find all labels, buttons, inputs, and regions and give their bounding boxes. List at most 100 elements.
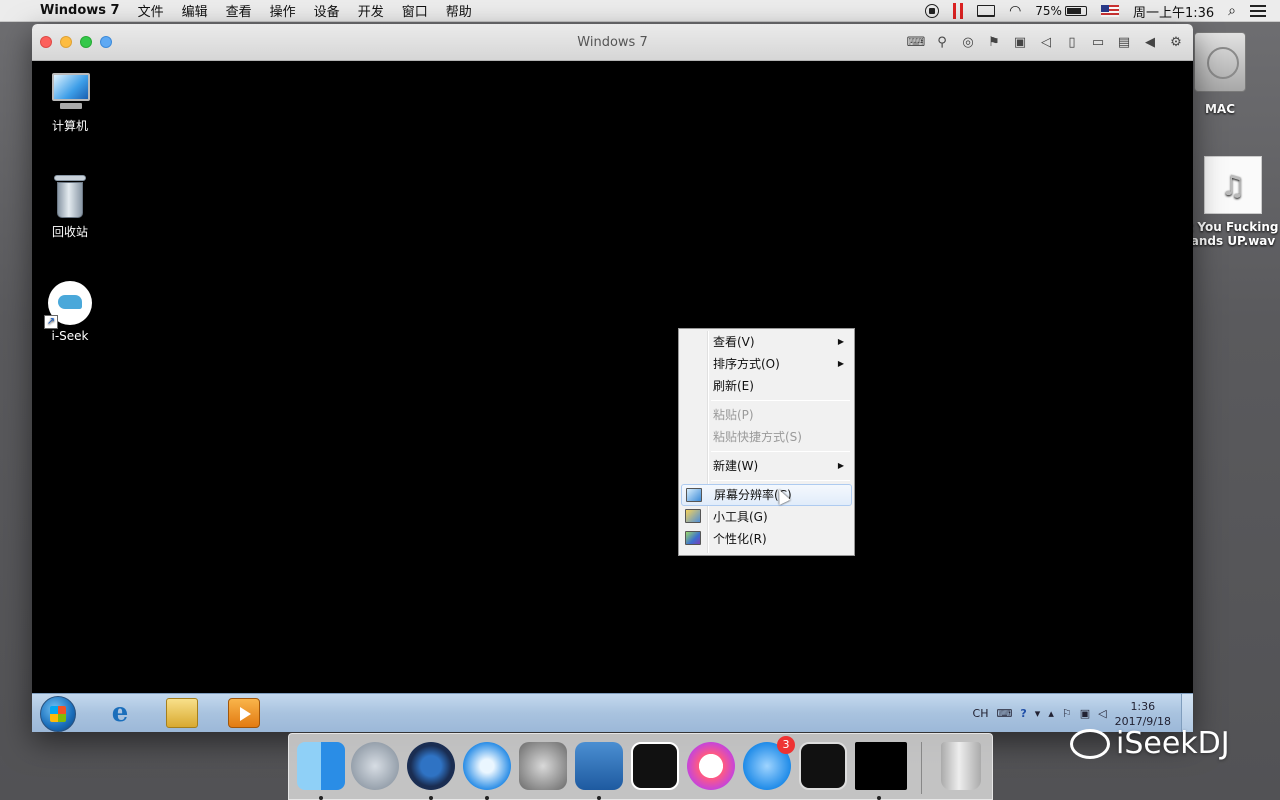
system-preferences-icon[interactable] bbox=[519, 742, 567, 790]
tray-options-icon[interactable]: ▾ bbox=[1035, 707, 1041, 720]
audio-app-icon[interactable] bbox=[631, 742, 679, 790]
start-button[interactable] bbox=[40, 696, 76, 732]
running-indicator bbox=[877, 796, 881, 800]
gear-icon[interactable]: ⚙ bbox=[1167, 33, 1185, 51]
collapse-arrow-icon[interactable]: ◀ bbox=[1141, 33, 1159, 51]
desktop-icon-recycle-bin[interactable]: 回收站 bbox=[32, 175, 108, 240]
vm-toolbar: ⌨ ⚲ ◎ ⚑ ▣ ◁ ▯ ▭ ▤ ◀ ⚙ bbox=[907, 33, 1185, 51]
tray-time: 1:36 bbox=[1130, 699, 1156, 713]
sound-icon[interactable]: ◁ bbox=[1037, 33, 1055, 51]
ctx-separator bbox=[711, 400, 850, 401]
submenu-arrow-icon: ▶ bbox=[837, 359, 844, 368]
dj-app-icon[interactable] bbox=[799, 742, 847, 790]
desktop-icon-label: 计算机 bbox=[51, 119, 88, 133]
battery-status[interactable]: 75% bbox=[1035, 4, 1087, 18]
keyboard-icon[interactable]: ⌨ bbox=[907, 33, 926, 51]
gadgets-icon bbox=[685, 509, 701, 523]
hard-drive-icon bbox=[1194, 32, 1246, 92]
mac-dock: 3 bbox=[288, 733, 993, 800]
watermark-text: iSeekDJ bbox=[1116, 726, 1230, 761]
internet-explorer-icon[interactable]: e bbox=[104, 698, 136, 728]
mac-drive[interactable]: MAC bbox=[1194, 32, 1246, 116]
usb-icon[interactable]: ⚲ bbox=[933, 33, 951, 51]
menu-file[interactable]: 文件 bbox=[138, 1, 164, 20]
cd-icon[interactable]: ◎ bbox=[959, 33, 977, 51]
help-icon[interactable]: ? bbox=[1020, 707, 1026, 720]
app-store-badge: 3 bbox=[777, 736, 795, 754]
show-hidden-icons[interactable]: ▴ bbox=[1048, 707, 1054, 720]
launchpad-icon[interactable] bbox=[351, 742, 399, 790]
ctx-item-refresh[interactable]: 刷新(E) bbox=[681, 375, 852, 397]
menu-develop[interactable]: 开发 bbox=[358, 1, 384, 20]
ctx-item-gadgets[interactable]: 小工具(G) bbox=[681, 506, 852, 528]
ctx-label: 粘贴(P) bbox=[713, 408, 754, 422]
desktop-icon-label: 回收站 bbox=[51, 225, 88, 239]
screen-record-icon[interactable] bbox=[925, 4, 940, 18]
trash-icon[interactable] bbox=[941, 742, 981, 790]
recycle-bin-icon bbox=[52, 175, 88, 219]
ctx-item-personalize[interactable]: 个性化(R) bbox=[681, 528, 852, 550]
windows7-vm-dock-icon[interactable] bbox=[855, 742, 907, 790]
network-tray-icon[interactable]: ▣ bbox=[1080, 707, 1090, 720]
ctx-label: 查看(V) bbox=[713, 335, 755, 349]
safari-icon[interactable] bbox=[463, 742, 511, 790]
iseek-app-icon: ↗ bbox=[44, 281, 92, 329]
running-indicator bbox=[429, 796, 433, 800]
computer-icon bbox=[48, 73, 92, 113]
mac-wav-file[interactable]: ♫ t You Fucking ands UP.wav bbox=[1186, 156, 1280, 248]
airplay-icon[interactable] bbox=[977, 5, 996, 17]
notification-center-icon[interactable] bbox=[1250, 5, 1266, 17]
shared-folder-icon[interactable]: ▭ bbox=[1089, 33, 1107, 51]
menu-view[interactable]: 查看 bbox=[226, 1, 252, 20]
keyboard-icon[interactable]: ⌨ bbox=[997, 707, 1013, 720]
ctx-separator bbox=[711, 480, 850, 481]
menu-help[interactable]: 帮助 bbox=[446, 1, 472, 20]
wav-file-label-line1: t You Fucking bbox=[1187, 220, 1279, 234]
input-language[interactable]: CH bbox=[973, 707, 989, 720]
vm-titlebar[interactable]: Windows 7 ⌨ ⚲ ◎ ⚑ ▣ ◁ ▯ ▭ ▤ ◀ ⚙ bbox=[32, 24, 1193, 61]
menu-devices[interactable]: 设备 bbox=[314, 1, 340, 20]
menu-actions[interactable]: 操作 bbox=[270, 1, 296, 20]
ctx-label: 粘贴快捷方式(S) bbox=[713, 430, 802, 444]
ctx-item-screen-resolution[interactable]: 屏幕分辨率(C) bbox=[681, 484, 852, 506]
us-flag-input-icon[interactable] bbox=[1100, 5, 1119, 17]
spotlight-search-icon[interactable]: ⌕ bbox=[1228, 3, 1236, 19]
menubar-app-name[interactable]: Windows 7 bbox=[40, 3, 120, 18]
ctx-item-paste-shortcut[interactable]: 粘贴快捷方式(S) bbox=[681, 426, 852, 448]
media-player-icon[interactable] bbox=[228, 698, 260, 728]
menu-edit[interactable]: 编辑 bbox=[182, 1, 208, 20]
vm-window: Windows 7 ⌨ ⚲ ◎ ⚑ ▣ ◁ ▯ ▭ ▤ ◀ ⚙ 计算机 回收站 bbox=[32, 24, 1193, 732]
finder-icon[interactable] bbox=[297, 742, 345, 790]
desktop-icon-computer[interactable]: 计算机 bbox=[32, 73, 108, 134]
personalize-icon bbox=[685, 531, 701, 545]
tray-clock[interactable]: 1:36 2017/9/18 bbox=[1115, 699, 1171, 729]
quicktime-icon[interactable] bbox=[407, 742, 455, 790]
submenu-arrow-icon: ▶ bbox=[837, 461, 844, 470]
parallels-desktop-icon[interactable] bbox=[575, 742, 623, 790]
ctx-item-view[interactable]: 查看(V) ▶ bbox=[681, 331, 852, 353]
network-icon[interactable]: ⚑ bbox=[985, 33, 1003, 51]
ctx-item-sort[interactable]: 排序方式(O) ▶ bbox=[681, 353, 852, 375]
app-store-icon[interactable]: 3 bbox=[743, 736, 795, 790]
floppy-icon[interactable]: ▣ bbox=[1011, 33, 1029, 51]
device-icon[interactable]: ▯ bbox=[1063, 33, 1081, 51]
explorer-folder-icon[interactable] bbox=[166, 698, 198, 728]
wifi-icon[interactable]: ◠ bbox=[1009, 3, 1021, 19]
ctx-item-new[interactable]: 新建(W) ▶ bbox=[681, 455, 852, 477]
mac-menubar: Windows 7 文件 编辑 查看 操作 设备 开发 窗口 帮助 ◠ 75% … bbox=[0, 0, 1280, 22]
drive-label: MAC bbox=[1204, 102, 1236, 116]
ctx-item-paste[interactable]: 粘贴(P) bbox=[681, 404, 852, 426]
win7-desktop[interactable]: 计算机 回收站 ↗ i-Seek 查看(V) ▶ 排序方式(O) ▶ 刷新(E)… bbox=[32, 61, 1193, 693]
itunes-icon[interactable] bbox=[687, 742, 735, 790]
music-file-icon: ♫ bbox=[1204, 156, 1262, 214]
menu-window[interactable]: 窗口 bbox=[402, 1, 428, 20]
menubar-clock[interactable]: 周一上午1:36 bbox=[1133, 2, 1214, 21]
action-center-icon[interactable]: ⚐ bbox=[1062, 707, 1072, 720]
desktop-icon-label: i-Seek bbox=[51, 329, 89, 343]
ctx-label: 个性化(R) bbox=[713, 532, 767, 546]
running-indicator bbox=[319, 796, 323, 800]
desktop-icon-iseek[interactable]: ↗ i-Seek bbox=[32, 281, 108, 343]
parallels-icon[interactable] bbox=[953, 3, 964, 19]
console-icon[interactable]: ▤ bbox=[1115, 33, 1133, 51]
volume-icon[interactable]: ◁ bbox=[1098, 707, 1106, 720]
